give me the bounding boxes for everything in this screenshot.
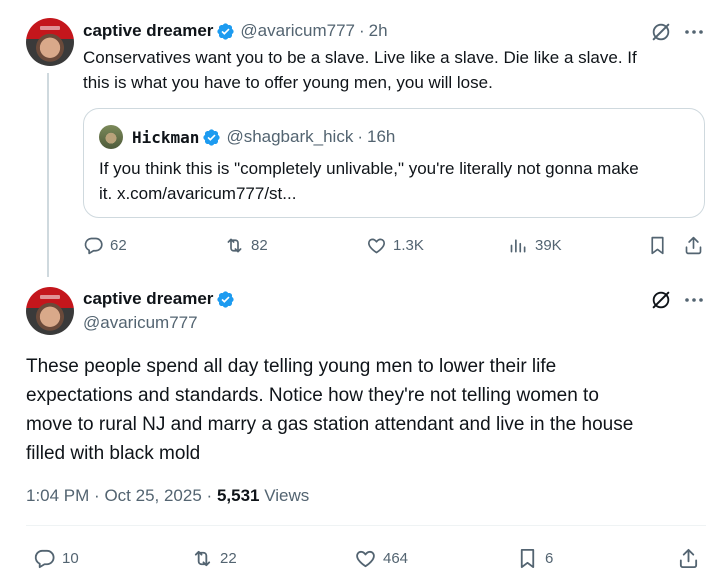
tweet-text-line: move to rural NJ and marry a gas station… <box>26 414 634 435</box>
bookmark-icon <box>520 548 535 569</box>
tweet-header: captive dreamer <box>83 289 235 309</box>
quote-handle: @shagbark_hick <box>226 127 354 146</box>
thread-line <box>47 73 49 277</box>
tweet-text: Conservatives want you to be a slave. Li… <box>83 45 703 95</box>
reply-button[interactable]: 62 <box>83 235 127 256</box>
repost-button[interactable]: 82 <box>224 235 268 256</box>
repost-button[interactable]: 22 <box>191 547 237 570</box>
like-icon <box>368 238 385 254</box>
share-icon[interactable] <box>677 547 700 570</box>
quote-timestamp: 16h <box>367 127 396 146</box>
like-count: 1.3K <box>393 237 424 254</box>
more-icon[interactable] <box>684 24 704 40</box>
reply-count: 62 <box>110 237 127 254</box>
avatar[interactable] <box>26 18 74 66</box>
verified-badge-icon <box>217 22 235 40</box>
bookmark-count: 6 <box>545 550 554 567</box>
quote-text: If you think this is "completely unlivab… <box>99 156 699 206</box>
repost-icon <box>227 238 242 253</box>
repost-count: 82 <box>251 237 268 254</box>
tweet-text-line: These people spend all day telling young… <box>26 356 557 377</box>
like-button[interactable]: 464 <box>354 547 408 570</box>
like-icon <box>356 550 375 568</box>
timestamp[interactable]: 2h <box>369 21 388 41</box>
reply-button[interactable]: 10 <box>33 547 79 570</box>
quoted-tweet-card[interactable]: Hickman @shagbark_hick · 16h If you thin… <box>83 108 705 218</box>
handle-row: @avaricum777 <box>83 313 198 333</box>
verified-badge-icon <box>217 290 235 308</box>
share-icon[interactable] <box>683 235 704 256</box>
tweet-text-line: expectations and standards. Notice how t… <box>26 385 599 406</box>
display-name[interactable]: captive dreamer <box>83 289 213 309</box>
tweet-text-line: Conservatives want you to be a slave. Li… <box>83 48 637 67</box>
views-icon <box>510 239 526 253</box>
views-label: Views <box>264 486 310 505</box>
repost-icon <box>194 550 211 567</box>
tweet-meta: 1:04 PM · Oct 25, 2025 · 5,531 Views <box>26 486 309 506</box>
handle[interactable]: @avaricum777 <box>83 313 198 333</box>
reply-count: 10 <box>62 550 79 567</box>
like-button[interactable]: 1.3K <box>366 235 424 256</box>
grok-icon[interactable] <box>650 289 672 311</box>
views-total: 5,531 <box>216 486 260 505</box>
verified-badge-icon <box>203 128 221 146</box>
bookmark-icon[interactable] <box>647 235 668 256</box>
like-count: 464 <box>383 550 409 567</box>
bookmark-button[interactable]: 6 <box>516 547 553 570</box>
views-count: 39K <box>535 237 562 254</box>
avatar[interactable] <box>26 287 74 335</box>
more-icon[interactable] <box>684 292 704 308</box>
tweet-date[interactable]: Oct 25, 2025 <box>104 486 201 505</box>
main-tweet-text: These people spend all day telling young… <box>26 352 716 468</box>
grok-icon[interactable] <box>650 21 672 43</box>
separator: · <box>359 21 365 40</box>
quote-text-line: it. x.com/avaricum777/st... <box>99 184 297 203</box>
tweet-time[interactable]: 1:04 PM <box>26 486 89 505</box>
tweet-header: captive dreamer @avaricum777 · 2h <box>83 21 388 41</box>
repost-count: 22 <box>220 550 237 567</box>
separator: · <box>206 486 213 505</box>
tweet-text-line: this is what you have to offer young men… <box>83 73 493 92</box>
separator: · <box>94 486 100 505</box>
separator: · <box>357 127 363 146</box>
reply-icon <box>34 549 55 569</box>
quote-header: Hickman @shagbark_hick · 16h <box>132 127 395 147</box>
quote-avatar <box>99 125 123 149</box>
quote-display-name: Hickman <box>132 127 200 147</box>
display-name[interactable]: captive dreamer <box>83 21 213 41</box>
divider <box>26 525 706 526</box>
quote-text-line: If you think this is "completely unlivab… <box>99 159 639 178</box>
views-button[interactable]: 39K <box>508 235 562 256</box>
handle[interactable]: @avaricum777 <box>240 21 355 41</box>
tweet-text-line: filled with black mold <box>26 443 201 464</box>
reply-icon <box>84 237 103 255</box>
